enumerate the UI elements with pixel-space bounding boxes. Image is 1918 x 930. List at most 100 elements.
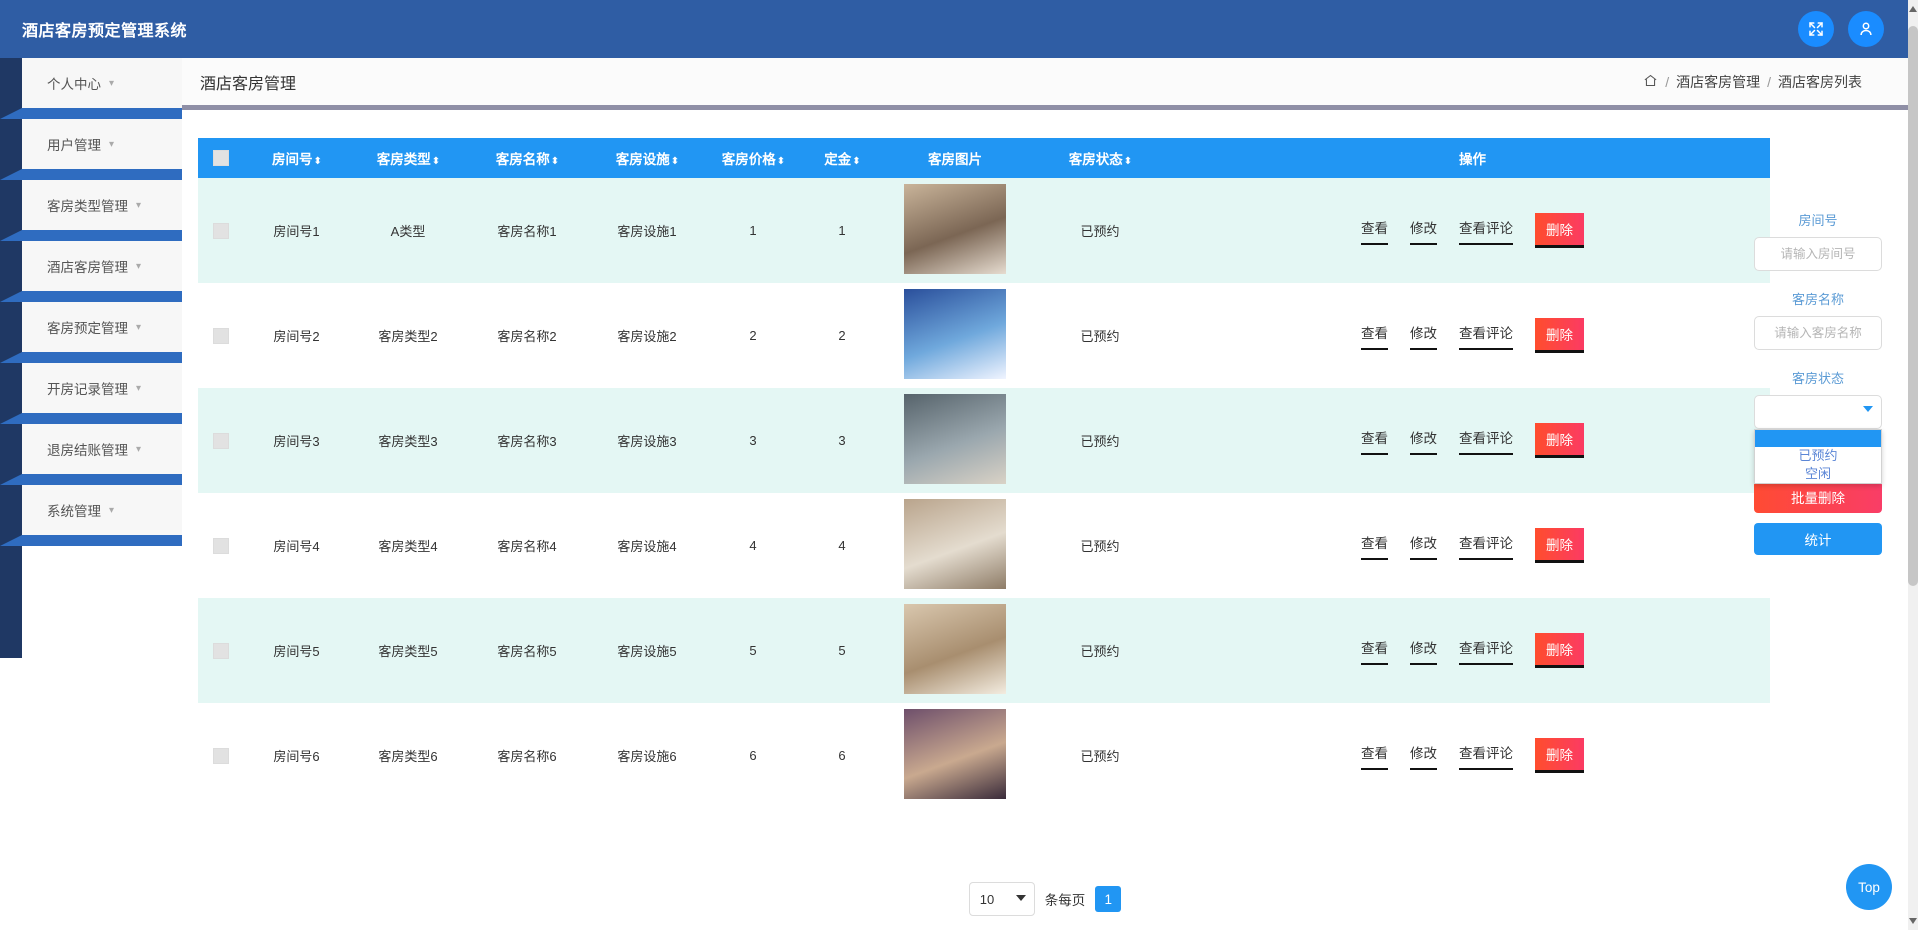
delete-button[interactable]: 删除 [1535, 528, 1584, 563]
edit-link[interactable]: 修改 [1410, 427, 1437, 455]
sidebar-item-7[interactable]: 退房结账管理▾ [22, 424, 182, 474]
select-all-checkbox[interactable] [213, 150, 229, 166]
sidebar-item-label: 客房预定管理 [47, 317, 128, 337]
fullscreen-icon[interactable] [1798, 11, 1834, 47]
cell-room-image[interactable] [885, 703, 1025, 808]
column-header-2[interactable]: 客房类型⬍ [349, 138, 467, 178]
sidebar-item-3[interactable]: 客房类型管理▾ [22, 180, 182, 230]
user-icon[interactable] [1848, 11, 1884, 47]
page-size-select[interactable]: 102050100 [969, 882, 1035, 916]
column-header-4[interactable]: 客房设施⬍ [587, 138, 707, 178]
sidebar-menu: 个人中心▾用户管理▾客房类型管理▾酒店客房管理▾客房预定管理▾开房记录管理▾退房… [0, 58, 182, 546]
breadcrumb-item-2[interactable]: 酒店客房列表 [1778, 72, 1862, 92]
view-comments-link[interactable]: 查看评论 [1459, 742, 1513, 770]
edit-link[interactable]: 修改 [1410, 322, 1437, 350]
column-header-1[interactable]: 房间号⬍ [244, 138, 349, 178]
sidebar-separator [0, 230, 182, 241]
cell-room-image[interactable] [885, 178, 1025, 283]
cell-room-image[interactable] [885, 598, 1025, 703]
row-checkbox[interactable] [213, 643, 229, 659]
delete-button[interactable]: 删除 [1535, 213, 1584, 248]
room-photo[interactable] [904, 499, 1006, 589]
sidebar-item-8[interactable]: 系统管理 ▾ [22, 485, 182, 535]
row-checkbox[interactable] [213, 328, 229, 344]
edit-link[interactable]: 修改 [1410, 532, 1437, 560]
view-comments-link[interactable]: 查看评论 [1459, 427, 1513, 455]
vertical-scrollbar[interactable] [1908, 0, 1918, 930]
sidebar-item-6[interactable]: 开房记录管理▾ [22, 363, 182, 413]
sort-arrows-icon[interactable]: ⬍ [432, 156, 439, 167]
view-comments-link[interactable]: 查看评论 [1459, 217, 1513, 245]
view-link[interactable]: 查看 [1361, 427, 1388, 455]
column-header-7: 客房图片 [885, 138, 1025, 178]
scroll-down-icon[interactable] [1909, 918, 1917, 924]
room-photo[interactable] [904, 184, 1006, 274]
column-header-6[interactable]: 定金⬍ [799, 138, 885, 178]
sort-arrows-icon[interactable]: ⬍ [551, 156, 558, 167]
cell-room-no: 房间号1 [244, 178, 349, 283]
scroll-up-icon[interactable] [1909, 6, 1917, 12]
row-checkbox[interactable] [213, 433, 229, 449]
sidebar-item-5[interactable]: 客房预定管理▾ [22, 302, 182, 352]
room-name-input[interactable] [1754, 316, 1882, 350]
cell-room-no: 房间号3 [244, 388, 349, 493]
room-photo[interactable] [904, 709, 1006, 799]
view-link[interactable]: 查看 [1361, 742, 1388, 770]
room-photo[interactable] [904, 289, 1006, 379]
status-option-3[interactable]: 空闲 [1755, 465, 1881, 483]
delete-button[interactable]: 删除 [1535, 738, 1584, 773]
sort-arrows-icon[interactable]: ⬍ [1124, 156, 1131, 167]
edit-link[interactable]: 修改 [1410, 637, 1437, 665]
edit-link[interactable]: 修改 [1410, 742, 1437, 770]
row-checkbox[interactable] [213, 748, 229, 764]
breadcrumb-item-1[interactable]: 酒店客房管理 [1676, 72, 1760, 92]
sidebar-item-4[interactable]: 酒店客房管理▾ [22, 241, 182, 291]
sort-arrows-icon[interactable]: ⬍ [671, 156, 678, 167]
chevron-down-icon: ▾ [136, 261, 141, 272]
sidebar-item-label: 系统管理 [47, 500, 101, 520]
page-number-button[interactable]: 1 [1095, 886, 1121, 912]
cell-room-image[interactable] [885, 493, 1025, 598]
row-checkbox[interactable] [213, 538, 229, 554]
sort-arrows-icon[interactable]: ⬍ [852, 156, 859, 167]
room-photo[interactable] [904, 604, 1006, 694]
room-photo[interactable] [904, 394, 1006, 484]
column-header-3[interactable]: 客房名称⬍ [467, 138, 587, 178]
view-link[interactable]: 查看 [1361, 322, 1388, 350]
chevron-down-icon: ▾ [109, 505, 114, 516]
batch-delete-button[interactable]: 批量删除 [1754, 481, 1882, 513]
cell-room-image[interactable] [885, 283, 1025, 388]
room-no-input[interactable] [1754, 237, 1882, 271]
table-row: 房间号1A类型客房名称1客房设施111已预约查看修改查看评论删除 [198, 178, 1770, 283]
view-link[interactable]: 查看 [1361, 637, 1388, 665]
sort-arrows-icon[interactable]: ⬍ [314, 156, 321, 167]
status-option-2[interactable]: 已预约 [1755, 447, 1881, 465]
view-link[interactable]: 查看 [1361, 532, 1388, 560]
statistics-button[interactable]: 统计 [1754, 523, 1882, 555]
delete-button[interactable]: 删除 [1535, 423, 1584, 458]
view-link[interactable]: 查看 [1361, 217, 1388, 245]
view-comments-link[interactable]: 查看评论 [1459, 637, 1513, 665]
delete-button[interactable]: 删除 [1535, 633, 1584, 668]
delete-button[interactable]: 删除 [1535, 318, 1584, 353]
sidebar-item-2[interactable]: 用户管理▾ [22, 119, 182, 169]
cell-room-name: 客房名称1 [467, 178, 587, 283]
view-comments-link[interactable]: 查看评论 [1459, 322, 1513, 350]
cell-room-status: 已预约 [1025, 493, 1175, 598]
pagination-bar: 102050100 条每页 1 [182, 868, 1908, 930]
scrollbar-thumb[interactable] [1908, 26, 1918, 586]
view-comments-link[interactable]: 查看评论 [1459, 532, 1513, 560]
edit-link[interactable]: 修改 [1410, 217, 1437, 245]
cell-room-no: 房间号6 [244, 703, 349, 808]
room-status-dropdown[interactable]: 已预约空闲 [1754, 429, 1882, 484]
sort-arrows-icon[interactable]: ⬍ [777, 156, 784, 167]
row-checkbox[interactable] [213, 223, 229, 239]
column-header-5[interactable]: 客房价格⬍ [707, 138, 799, 178]
cell-room-image[interactable] [885, 388, 1025, 493]
column-header-8[interactable]: 客房状态⬍ [1025, 138, 1175, 178]
home-icon[interactable] [1643, 73, 1658, 91]
sidebar-item-1[interactable]: 个人中心▾ [22, 58, 182, 108]
room-status-select[interactable]: 已预约空闲 [1754, 395, 1882, 429]
status-option-1[interactable] [1755, 430, 1881, 447]
scroll-to-top-button[interactable]: Top [1846, 864, 1892, 910]
